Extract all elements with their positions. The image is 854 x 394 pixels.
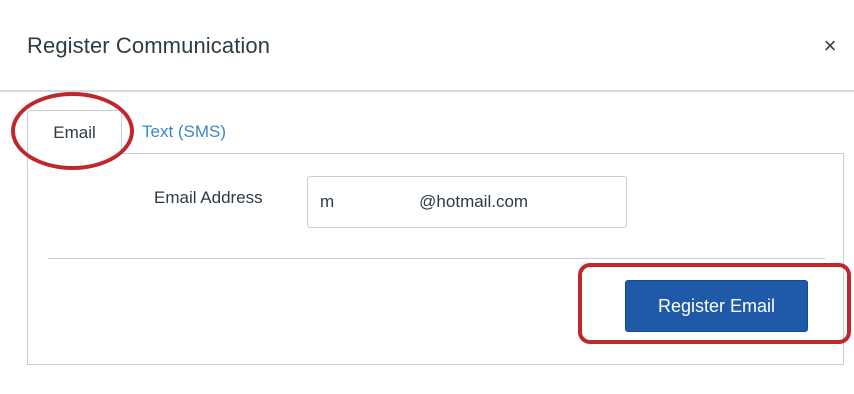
dialog-header: Register Communication × [0, 0, 854, 92]
close-icon[interactable]: × [818, 33, 842, 59]
email-address-input[interactable]: m @hotmail.com [307, 176, 627, 228]
email-address-label: Email Address [154, 188, 263, 207]
email-tab-panel: Email Address m @hotmail.com Register Em… [27, 153, 844, 365]
form-divider [48, 258, 825, 259]
register-email-button[interactable]: Register Email [625, 280, 808, 332]
tab-text-sms[interactable]: Text (SMS) [142, 110, 252, 154]
register-communication-dialog: Register Communication × Email Text (SMS… [0, 0, 854, 394]
tab-email[interactable]: Email [27, 110, 122, 154]
dialog-title: Register Communication [27, 33, 271, 58]
